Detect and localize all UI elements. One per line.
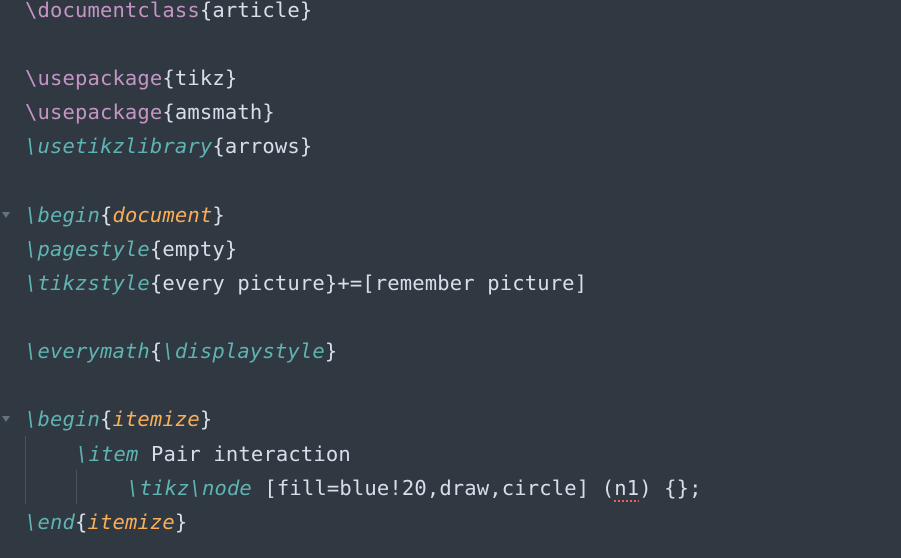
environment-token: document xyxy=(112,203,213,227)
command-token: \begin xyxy=(25,407,100,431)
code-line-3: \usepackage{tikz} xyxy=(25,66,238,90)
argument-token: amsmath xyxy=(174,100,263,124)
command-token: \everymath xyxy=(25,339,150,363)
command-token: \item xyxy=(76,442,139,466)
command-token: \usetikzlibrary xyxy=(25,134,213,158)
command-token: \documentclass xyxy=(25,0,200,22)
command-token: \usepackage xyxy=(25,100,163,124)
indent-guide xyxy=(25,436,26,504)
code-line-15: \tikz\node [fill=blue!20,draw,circle] (n… xyxy=(127,471,702,505)
command-token: \pagestyle xyxy=(25,237,150,261)
environment-token: itemize xyxy=(87,510,175,534)
text-token: +=[remember picture] xyxy=(337,271,588,295)
argument-token: every picture xyxy=(162,271,325,295)
text-token: [fill=blue!20,draw,circle] ( xyxy=(251,476,615,500)
code-line-5: \usetikzlibrary{arrows} xyxy=(25,134,313,158)
fold-arrow-icon[interactable] xyxy=(2,212,10,218)
code-line-9: \tikzstyle{every picture}+=[remember pic… xyxy=(25,271,588,295)
text-token: ) {}; xyxy=(639,476,702,500)
fold-arrow-icon[interactable] xyxy=(2,416,10,422)
text-token: Pair interaction xyxy=(138,442,351,466)
command-token: \node xyxy=(189,476,252,500)
command-token: \displaystyle xyxy=(162,339,325,363)
argument-token: tikz xyxy=(174,66,225,90)
command-token: \tikzstyle xyxy=(25,271,150,295)
code-line-1: \documentclass{article} xyxy=(25,0,313,22)
command-token: \end xyxy=(25,510,75,534)
code-line-16: \end{itemize} xyxy=(25,510,188,534)
command-token: \begin xyxy=(25,203,100,227)
argument-token: article xyxy=(212,0,300,22)
indent-guide xyxy=(76,470,77,504)
code-line-14: \item Pair interaction xyxy=(76,437,351,471)
code-editor[interactable]: \documentclass{article} \usepackage{tikz… xyxy=(0,0,901,558)
code-line-7: \begin{document} xyxy=(25,203,225,227)
code-line-4: \usepackage{amsmath} xyxy=(25,100,275,124)
argument-token: empty xyxy=(162,237,225,261)
code-line-11: \everymath{\displaystyle} xyxy=(25,339,338,363)
code-line-13: \begin{itemize} xyxy=(25,407,213,431)
code-line-8: \pagestyle{empty} xyxy=(25,237,238,261)
spellcheck-error-token[interactable]: n1 xyxy=(614,476,639,500)
command-token: \usepackage xyxy=(25,66,163,90)
environment-token: itemize xyxy=(112,407,200,431)
argument-token: arrows xyxy=(224,134,300,158)
command-token: \tikz xyxy=(127,476,190,500)
